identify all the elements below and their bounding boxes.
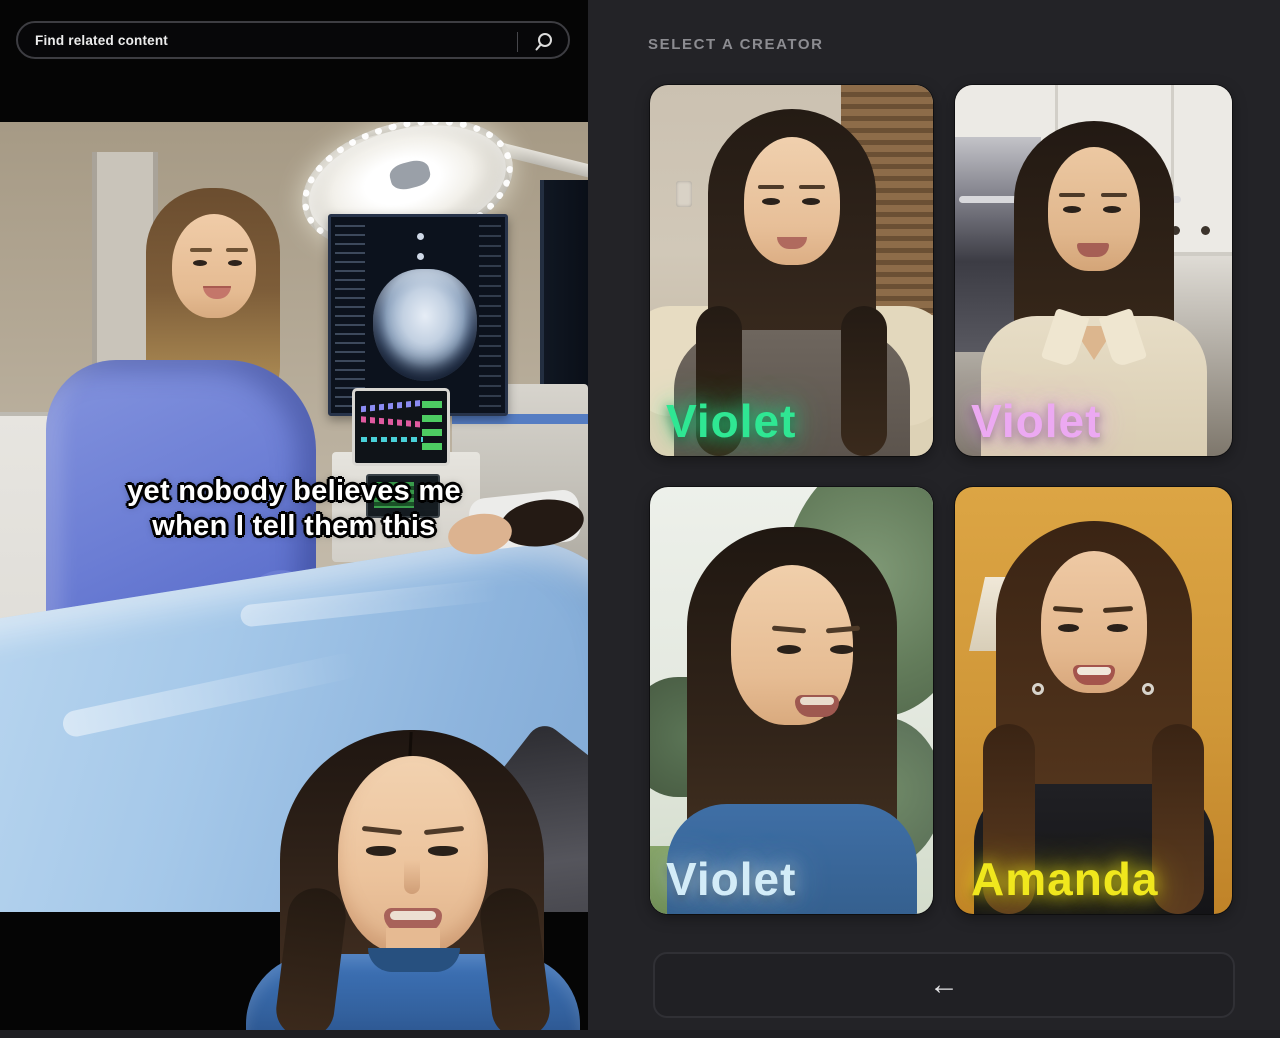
search-input[interactable]: Find related content bbox=[16, 21, 570, 59]
cabinet-knob bbox=[1201, 226, 1210, 235]
creator-eyebrow bbox=[758, 185, 784, 189]
creator-teeth bbox=[1077, 667, 1111, 675]
creator-name-label: Violet bbox=[666, 852, 796, 906]
card-background-orange-studio bbox=[955, 487, 1232, 914]
creator-name-label: Violet bbox=[666, 394, 796, 448]
creator-eye bbox=[1103, 206, 1121, 213]
creator-pip-overlay bbox=[246, 730, 580, 1038]
creator-name-label: Violet bbox=[971, 394, 1101, 448]
scene-ct-dot bbox=[417, 253, 424, 260]
surgeon-eyebrow bbox=[190, 248, 212, 252]
video-preview-panel: Find related content bbox=[0, 0, 588, 1038]
wall-plate bbox=[676, 181, 692, 207]
pip-teeth bbox=[390, 911, 436, 920]
pip-eye bbox=[366, 846, 396, 856]
creator-eye bbox=[777, 645, 801, 654]
scene-vitals-waveform bbox=[361, 437, 423, 442]
creator-eye bbox=[802, 198, 820, 205]
search-divider bbox=[517, 32, 518, 52]
creator-card-violet-2[interactable]: Violet bbox=[955, 85, 1232, 456]
creator-select-panel: SELECT A CREATOR Violet bbox=[588, 0, 1280, 1038]
scene-ct-scan-image bbox=[373, 269, 477, 381]
pip-nose bbox=[404, 860, 420, 894]
creator-mouth bbox=[795, 695, 839, 717]
arrow-left-icon: ← bbox=[929, 970, 959, 1000]
creator-card-amanda[interactable]: Amanda bbox=[955, 487, 1232, 914]
card-background-outdoor bbox=[650, 487, 933, 914]
window-bottom-edge bbox=[0, 1030, 1280, 1038]
creator-eye bbox=[1063, 206, 1081, 213]
video-caption: yet nobody believes me when I tell them … bbox=[0, 474, 588, 544]
creator-eye bbox=[1058, 624, 1079, 632]
creator-name-label: Amanda bbox=[971, 852, 1158, 906]
scene-vitals-numbers bbox=[422, 401, 442, 453]
surgeon-eyebrow bbox=[226, 248, 248, 252]
pip-eye bbox=[428, 846, 458, 856]
panel-title: SELECT A CREATOR bbox=[648, 36, 824, 53]
creator-eyebrow bbox=[799, 185, 825, 189]
creator-teeth bbox=[800, 697, 834, 705]
caption-line-2: when I tell them this bbox=[0, 509, 588, 544]
creator-eyebrow bbox=[1101, 193, 1127, 197]
earring bbox=[1032, 683, 1044, 695]
scene-ct-ui-left bbox=[335, 225, 365, 407]
creator-eyebrow bbox=[1059, 193, 1085, 197]
creator-card-violet-3[interactable]: Violet bbox=[650, 487, 933, 914]
creator-eye bbox=[830, 645, 854, 654]
scene-ct-monitor bbox=[328, 214, 508, 416]
creator-hair-strand bbox=[1152, 724, 1204, 914]
back-button[interactable]: ← bbox=[653, 952, 1235, 1018]
scene-ct-ui-right bbox=[479, 225, 501, 407]
pip-collar bbox=[368, 948, 460, 972]
surgeon-eye bbox=[228, 260, 242, 266]
scene-vitals-monitor bbox=[352, 388, 450, 466]
scene-ct-dot bbox=[417, 233, 424, 240]
app-window: Find related content bbox=[0, 0, 1280, 1038]
scene-vitals-waveform bbox=[361, 416, 423, 427]
search-icon[interactable] bbox=[533, 31, 555, 53]
surgeon-face bbox=[172, 214, 256, 318]
creator-eye bbox=[762, 198, 780, 205]
earring bbox=[1142, 683, 1154, 695]
search-placeholder: Find related content bbox=[35, 33, 168, 48]
creator-card-violet-1[interactable]: Violet bbox=[650, 85, 933, 456]
caption-line-1: yet nobody believes me bbox=[0, 474, 588, 509]
surgeon-eye bbox=[193, 260, 207, 266]
scene-vitals-waveform bbox=[361, 400, 423, 413]
creator-mouth bbox=[1073, 665, 1115, 685]
creator-hair-strand bbox=[841, 306, 887, 456]
creator-eye bbox=[1107, 624, 1128, 632]
